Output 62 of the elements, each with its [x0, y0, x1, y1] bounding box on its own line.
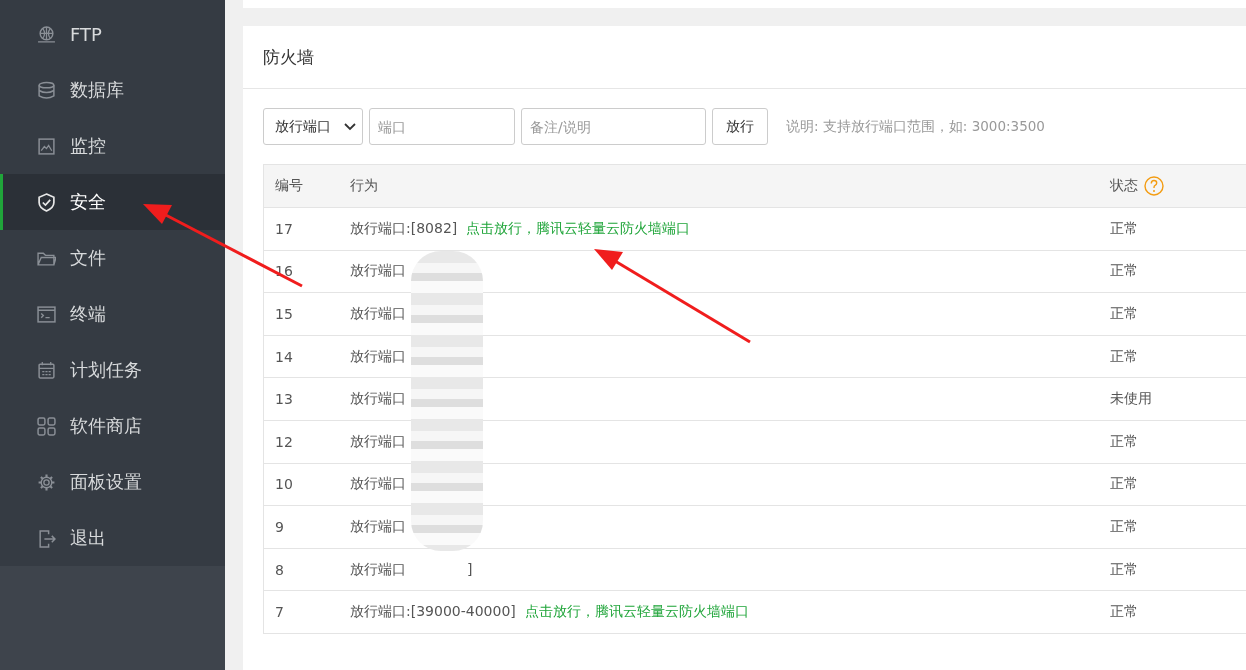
- table-cell-text: 10: [274, 476, 294, 493]
- exit-icon: [37, 528, 56, 548]
- table-cell: 放行端口: [350, 305, 406, 323]
- column-header: 编号: [274, 177, 304, 195]
- table-cell-text: 12: [274, 433, 294, 450]
- chart-icon: [37, 136, 56, 156]
- column-header: 状态: [1110, 177, 1138, 195]
- table-cell: 放行端口: [350, 390, 406, 409]
- terminal-icon: [37, 304, 56, 324]
- table-cell-text: 正常: [1110, 603, 1139, 622]
- table-cell-text: 正常: [1110, 560, 1139, 579]
- table-cell-text: 正常: [1110, 475, 1139, 494]
- table-cell: 放行端口: [350, 432, 406, 451]
- table-cell-text: 13: [274, 391, 294, 408]
- table-cell-text: 14: [274, 348, 294, 365]
- table-cell: ]: [467, 560, 473, 579]
- help-icon[interactable]: [1144, 176, 1164, 196]
- table-cell: 放行端口:[39000-40000]: [350, 603, 516, 622]
- table-cell: 放行端口: [350, 517, 406, 536]
- chevron-down-icon: [344, 122, 356, 131]
- sidebar-item[interactable]: 退出: [0, 510, 225, 566]
- sidebar-item[interactable]: 终端: [0, 286, 225, 342]
- table-cell-text: 正常: [1110, 219, 1139, 238]
- sidebar-item[interactable]: 计划任务: [0, 342, 225, 398]
- table-cell-text: 15: [274, 306, 294, 322]
- panel-title: 防火墙: [263, 45, 314, 69]
- table-cell-text: 正常: [1110, 347, 1139, 366]
- shield-icon: [37, 192, 56, 212]
- table-cell: 放行端口: [350, 262, 406, 281]
- sidebar-item[interactable]: 文件: [0, 230, 225, 286]
- table-cell-text: 正常: [1110, 305, 1139, 323]
- table-cell-text: 9: [274, 518, 285, 535]
- sidebar-item[interactable]: 软件商店: [0, 398, 225, 454]
- table-cell-text: 正常: [1110, 432, 1139, 451]
- sidebar-item[interactable]: FTP: [0, 6, 225, 62]
- table-cell: 放行端口: [350, 475, 406, 494]
- table-cell-text: 8: [274, 561, 285, 578]
- table-cell-text: 17: [274, 220, 294, 237]
- port-field[interactable]: 端口: [369, 108, 515, 145]
- table-cell-text: 正常: [1110, 517, 1139, 536]
- table-cell: 放行端口:[8082]: [350, 219, 458, 238]
- table-cell: 点击放行，腾讯云轻量云防火墙端口: [466, 219, 691, 238]
- note-field[interactable]: 备注/说明: [521, 108, 706, 145]
- sidebar-item[interactable]: 数据库: [0, 62, 225, 118]
- globe-icon: [37, 24, 56, 44]
- calendar-icon: [37, 360, 56, 380]
- database-icon: [37, 80, 56, 100]
- table-cell: 点击放行，腾讯云轻量云防火墙端口: [524, 603, 749, 622]
- sidebar-item[interactable]: 面板设置: [0, 454, 225, 510]
- table-cell: 放行端口: [350, 560, 406, 579]
- table-cell-text: 正常: [1110, 262, 1139, 281]
- settings-icon: [37, 472, 56, 492]
- table-cell-text: 7: [274, 604, 285, 621]
- column-header: 行为: [350, 177, 379, 195]
- table-cell: 放行端口: [350, 347, 406, 366]
- hint-text: 说明: 支持放行端口范围，如: 3000:3500: [786, 117, 1045, 136]
- rule-type-dropdown[interactable]: 放行端口: [263, 108, 363, 145]
- allow-button[interactable]: 放行: [712, 108, 768, 145]
- sidebar-item[interactable]: 监控: [0, 118, 225, 174]
- sidebar-item[interactable]: 安全: [0, 174, 225, 230]
- grid-icon: [37, 416, 56, 436]
- table-cell-text: 未使用: [1110, 390, 1153, 409]
